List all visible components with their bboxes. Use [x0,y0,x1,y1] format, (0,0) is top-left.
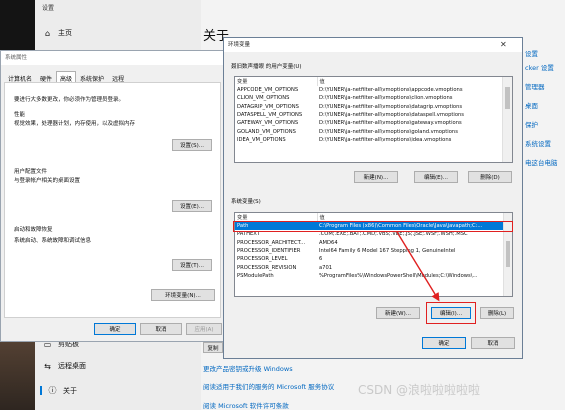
annotation-arrow [396,231,440,302]
watermark: CSDN @浪啦啦啦啦啦 [358,383,481,397]
